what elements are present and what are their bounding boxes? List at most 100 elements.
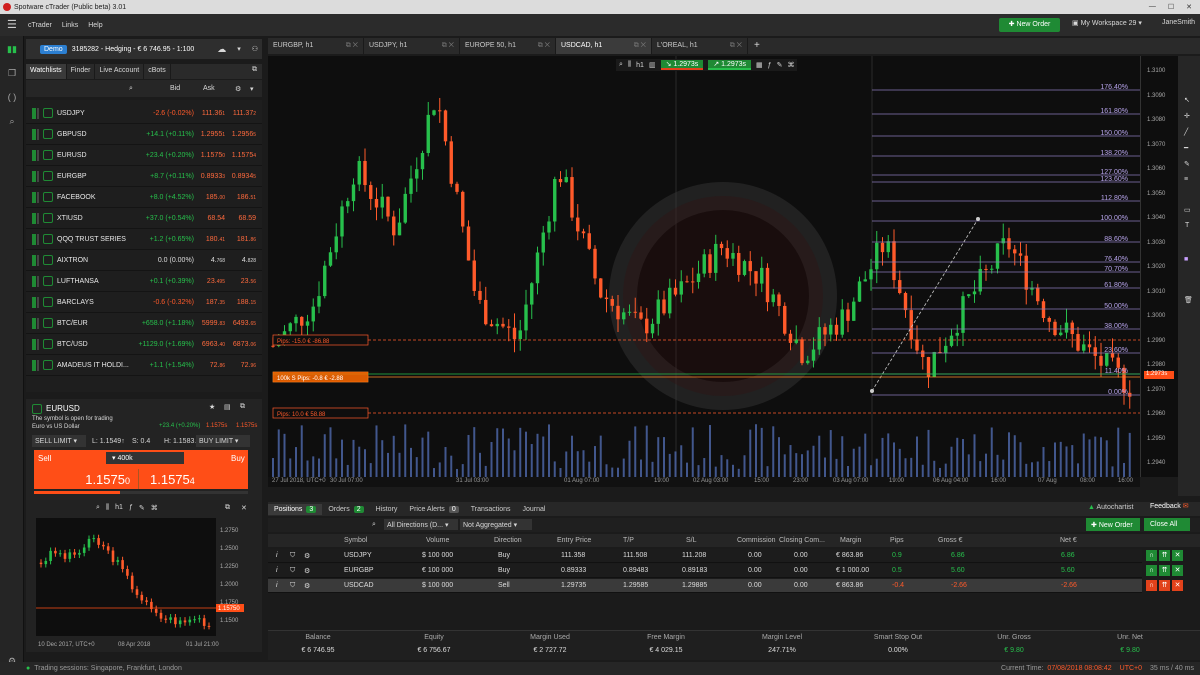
watchlist-bid[interactable]: 180.41 bbox=[206, 236, 225, 243]
column-header[interactable]: Symbol bbox=[344, 537, 367, 544]
tab-orders[interactable]: Orders 2 bbox=[322, 504, 369, 515]
indicator-icon[interactable]: ƒ bbox=[768, 62, 772, 69]
column-header[interactable]: Gross € bbox=[938, 537, 963, 544]
code-icon[interactable]: ( ) bbox=[6, 92, 18, 104]
minimize-icon[interactable]: — bbox=[1149, 3, 1156, 11]
gear-icon[interactable]: ⚙ bbox=[304, 582, 310, 590]
info-icon[interactable]: i bbox=[276, 582, 278, 589]
watchlist-ask[interactable]: 72.96 bbox=[241, 362, 256, 369]
watchlist-row[interactable]: XTIUSD +37.0 (+0.54%) 68.54 68.59 bbox=[26, 208, 262, 229]
cloud-icon[interactable]: ☁ bbox=[217, 44, 226, 55]
tab-transactions[interactable]: Transactions bbox=[465, 504, 517, 515]
watchlist-row[interactable]: AMADEUS IT HOLDI... +1.1 (+1.54%) 72.86 72.… bbox=[26, 355, 262, 376]
star-icon[interactable]: ★ bbox=[209, 403, 215, 411]
tab-price-alerts[interactable]: Price Alerts 0 bbox=[403, 504, 464, 515]
chevron-down-icon[interactable]: ▾ bbox=[231, 45, 247, 53]
watchlist-bid[interactable]: 111.361 bbox=[202, 110, 225, 117]
layout-icon[interactable]: ▦ bbox=[756, 61, 763, 69]
buy-quick-button[interactable]: ↗ 1.2973s bbox=[708, 60, 752, 70]
drag-handle[interactable] bbox=[37, 234, 39, 245]
chart-icon[interactable]: ▤ bbox=[224, 403, 231, 411]
position-row[interactable]: i ⛉ ⚙ USDCAD $ 100 000 Sell 1.29735 1.29585 1.29… bbox=[268, 579, 1142, 593]
column-header[interactable]: Volume bbox=[426, 537, 449, 544]
watchlist-row[interactable]: EURGBP +8.7 (+0.11%) 0.89333 0.89345 bbox=[26, 166, 262, 187]
watchlist-row[interactable]: AIXTRON 0.0 (0.00%) 4.768 4.828 bbox=[26, 250, 262, 271]
close-position-button[interactable]: ✕ bbox=[1172, 550, 1183, 561]
tab-cbots[interactable]: cBots bbox=[144, 64, 171, 79]
watchlist-row[interactable]: BTC/USD +1129.0 (+1.69%) 6963.40 6873.06 bbox=[26, 334, 262, 355]
chevron-down-icon[interactable]: ▾ bbox=[250, 85, 254, 93]
chart-tab[interactable]: L'OREAL, h1 ⧉ ✕ bbox=[652, 38, 748, 54]
drag-handle[interactable] bbox=[37, 108, 39, 119]
zoom-icon[interactable]: ⌕ bbox=[619, 61, 623, 69]
watchlist-bid[interactable]: 23.495 bbox=[207, 278, 225, 285]
close-position-button[interactable]: ✕ bbox=[1172, 580, 1183, 591]
autochartist-button[interactable]: ▲ Autochartist bbox=[1088, 504, 1133, 511]
buy-limit-select[interactable]: BUY LIMIT ▾ bbox=[196, 435, 250, 447]
tab-positions[interactable]: Positions 3 bbox=[268, 503, 323, 515]
close-position-button[interactable]: ✕ bbox=[1172, 565, 1183, 576]
rectangle-icon[interactable]: ▭ bbox=[1184, 206, 1191, 214]
watchlist-row[interactable]: BARCLAYS -0.6 (-0.32%) 187.35 188.15 bbox=[26, 292, 262, 313]
watchlist-bid[interactable]: 68.54 bbox=[207, 215, 225, 222]
column-header[interactable]: Pips bbox=[890, 537, 904, 544]
watchlist-bid[interactable]: 1.29551 bbox=[201, 131, 225, 138]
column-header[interactable]: S/L bbox=[686, 537, 697, 544]
chart-tab[interactable]: EUROPE 50, h1 ⧉ ✕ bbox=[460, 38, 556, 54]
column-header[interactable]: Margin bbox=[840, 537, 861, 544]
aggregation-filter[interactable]: Not Aggregated ▾ bbox=[460, 519, 532, 530]
text-icon[interactable]: T bbox=[1185, 222, 1189, 229]
watchlist-ask[interactable]: 6493.65 bbox=[233, 320, 256, 327]
analyze-icon[interactable]: ⌕ bbox=[6, 116, 18, 128]
watchlist-row[interactable]: FACEBOOK +8.0 (+4.52%) 185.00 186.51 bbox=[26, 187, 262, 208]
close-icon[interactable]: ⧉ ✕ bbox=[442, 42, 454, 50]
drag-handle[interactable] bbox=[37, 297, 39, 308]
close-icon[interactable]: ⧉ ✕ bbox=[730, 42, 742, 50]
drag-handle[interactable] bbox=[37, 213, 39, 224]
entry-tag-text[interactable]: 100k S Pips: -0.8 € -2.88 bbox=[277, 376, 344, 382]
shield-icon[interactable]: ⛉ bbox=[290, 552, 295, 560]
watchlist-bid[interactable]: 4.768 bbox=[211, 257, 225, 264]
close-icon[interactable]: ✕ bbox=[1186, 3, 1192, 11]
drag-handle[interactable] bbox=[37, 150, 39, 161]
user-icon[interactable]: ⚇ bbox=[252, 45, 262, 53]
watchlist-row[interactable]: EURUSD +23.4 (+0.20%) 1.15750 1.15754 bbox=[26, 145, 262, 166]
reverse-position-button[interactable]: ∩ bbox=[1146, 550, 1157, 561]
horizontal-line-icon[interactable]: ━ bbox=[1184, 144, 1188, 152]
column-header[interactable]: Net € bbox=[1060, 537, 1077, 544]
close-icon[interactable]: ⧉ ✕ bbox=[538, 42, 550, 50]
feedback-button[interactable]: Feedback ✉ bbox=[1150, 502, 1189, 510]
watchlist-ask[interactable]: 1.15754 bbox=[232, 152, 256, 159]
column-header[interactable]: Commission bbox=[737, 537, 776, 544]
gear-icon[interactable]: ⚙ bbox=[235, 85, 241, 93]
maximize-icon[interactable]: ☐ bbox=[1168, 3, 1174, 11]
sell-limit-select[interactable]: SELL LIMIT ▾ bbox=[32, 435, 86, 447]
drag-handle[interactable] bbox=[37, 255, 39, 266]
popout-icon[interactable]: ⧉ bbox=[240, 403, 245, 411]
buy-button[interactable]: 1.15754 bbox=[142, 469, 247, 489]
watchlist-row[interactable]: GBPUSD +14.1 (+0.11%) 1.29551 1.29565 bbox=[26, 124, 262, 145]
watchlist-row[interactable]: LUFTHANSA +0.1 (+0.39%) 23.495 23.56 bbox=[26, 271, 262, 292]
watchlist-ask[interactable]: 186.51 bbox=[237, 194, 256, 201]
menu-ctrader[interactable]: cTrader bbox=[28, 22, 52, 29]
double-position-button[interactable]: ⇈ bbox=[1159, 580, 1170, 591]
close-icon[interactable]: ⧉ ✕ bbox=[346, 42, 358, 50]
draw-icon[interactable]: ✎ bbox=[777, 61, 783, 69]
drag-handle[interactable] bbox=[37, 318, 39, 329]
watchlist-ask[interactable]: 188.15 bbox=[237, 299, 256, 306]
position-row[interactable]: i ⛉ ⚙ EURGBP € 100 000 Buy 0.89333 0.89483 0.891… bbox=[268, 564, 1142, 578]
sell-button[interactable]: 1.15750 bbox=[34, 469, 139, 489]
trade-icon[interactable]: ▮▮ bbox=[6, 44, 18, 56]
main-chart[interactable]: 176.40% 161.80% 150.00% 138.20% 127.00% 123.6… bbox=[268, 56, 1178, 477]
sell-quick-button[interactable]: ↘ 1.2973s bbox=[660, 60, 704, 70]
crosshair-icon[interactable]: ✛ bbox=[1184, 112, 1190, 120]
watchlist-ask[interactable]: 111.372 bbox=[233, 110, 256, 117]
close-all-button[interactable]: Close All bbox=[1144, 518, 1190, 531]
reverse-position-button[interactable]: ∩ bbox=[1146, 565, 1157, 576]
watchlist-ask[interactable]: 4.828 bbox=[242, 257, 256, 264]
double-position-button[interactable]: ⇈ bbox=[1159, 565, 1170, 576]
new-order-button[interactable]: ✚ New Order bbox=[999, 18, 1060, 32]
watchlist-ask[interactable]: 23.56 bbox=[241, 278, 256, 285]
account-selector[interactable]: Demo 3185282 - Hedging - € 6 746.95 - 1:… bbox=[26, 39, 262, 59]
gear-icon[interactable]: ⚙ bbox=[304, 552, 310, 560]
